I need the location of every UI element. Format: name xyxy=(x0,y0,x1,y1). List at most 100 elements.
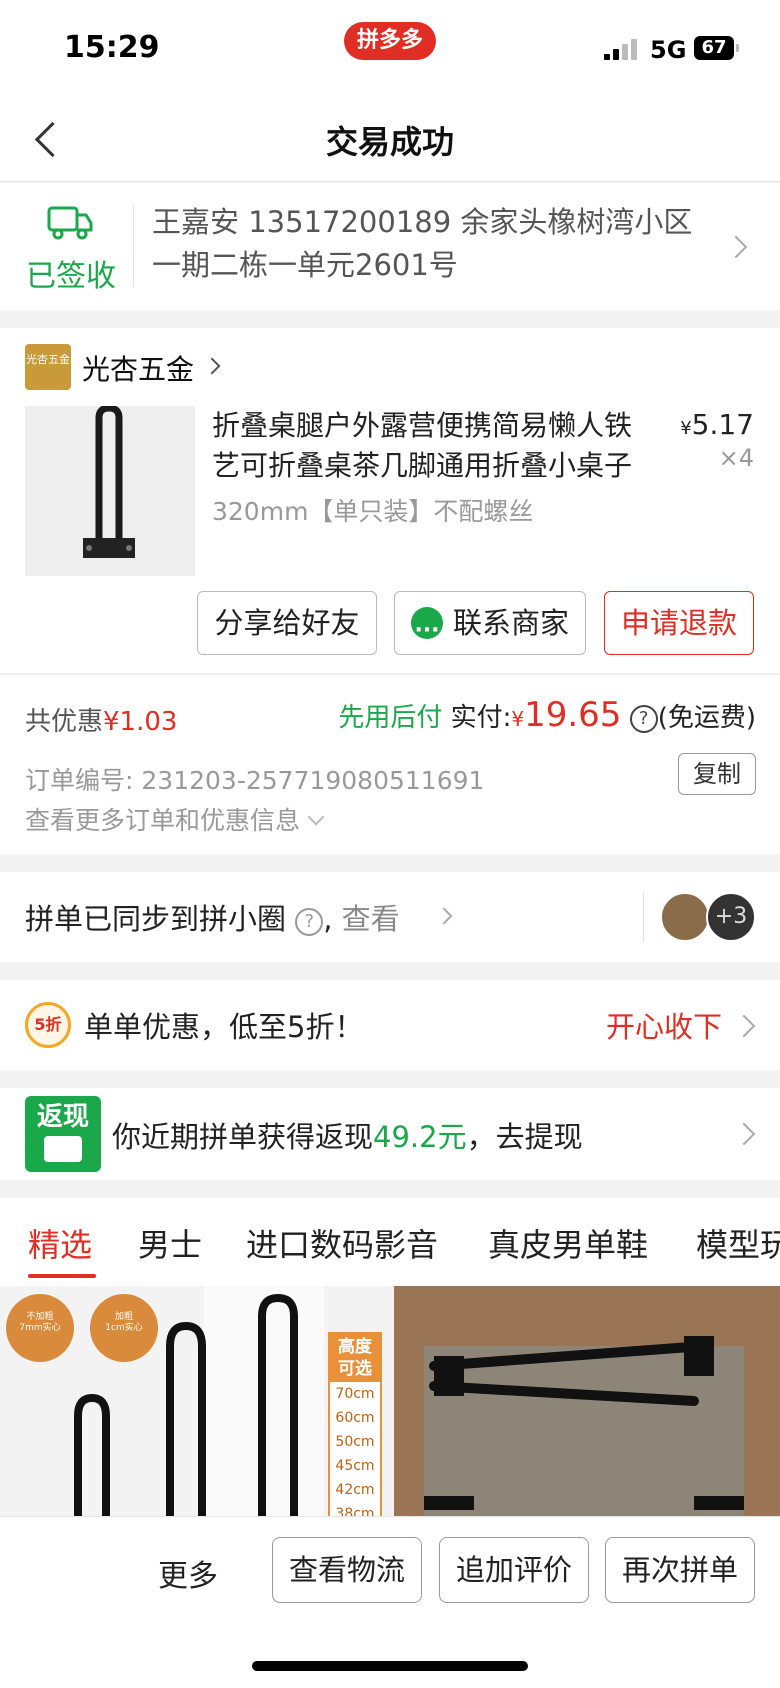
discount-label: 共优惠 xyxy=(25,707,104,737)
clock: 15:29 xyxy=(64,30,160,65)
discount-value: ¥1.03 xyxy=(103,707,178,737)
cashback-amount: 49.2元 xyxy=(373,1120,467,1154)
shop-logo: 光杏五金 xyxy=(25,344,71,390)
avatar xyxy=(660,892,710,942)
product-price: ¥5.17 xyxy=(680,408,754,441)
paid-label: 实付: xyxy=(450,703,512,733)
tab-leather-shoes[interactable]: 真皮男单鞋 xyxy=(488,1220,648,1266)
delivery-status: 已签收 xyxy=(26,259,116,294)
avatar-more-count: +3 xyxy=(706,892,756,942)
cashback-text: 你近期拼单获得返现49.2元，去提现 xyxy=(112,1114,583,1156)
product-spec: 320mm【单只装】不配螺丝 xyxy=(212,497,534,526)
battery-icon: 67 xyxy=(694,36,739,60)
sync-comma: , xyxy=(323,902,333,936)
cashback-banner[interactable]: 返现 你近期拼单获得返现49.2元，去提现 xyxy=(0,1088,780,1180)
order-number: 订单编号: 231203-257719080511691 xyxy=(25,761,484,797)
category-tabs: 精选 男士 进口数码影音 真皮男单鞋 模型玩 xyxy=(0,1198,780,1286)
delivery-address[interactable]: 已签收 王嘉安 13517200189 余家头橡树湾小区 一期二栋一单元2601… xyxy=(0,183,780,310)
chevron-right-icon xyxy=(203,357,221,375)
page-title: 交易成功 xyxy=(325,123,454,161)
height-options-tag: 高度可选 70cm 60cm 50cm 45cm 42cm 38cm xyxy=(328,1332,382,1516)
sync-label: 拼单已同步到拼小圈 xyxy=(25,902,287,936)
tab-models[interactable]: 模型玩 xyxy=(696,1220,780,1266)
accept-promo-button[interactable]: 开心收下 xyxy=(606,1004,722,1046)
thin-leg-bubble: 不加粗 7mm实心 xyxy=(19,1312,61,1333)
currency-symbol: ¥ xyxy=(680,418,692,439)
promo-text: 单单优惠，低至5折！ xyxy=(84,1010,364,1044)
table-leg-image xyxy=(83,404,135,558)
order-label: 订单编号: xyxy=(25,766,134,795)
height-option: 50cm xyxy=(335,1434,375,1450)
chevron-right-icon xyxy=(435,907,453,925)
home-indicator xyxy=(252,1661,528,1671)
pay-later-label: 先用后付 xyxy=(338,703,443,733)
question-icon[interactable]: ? xyxy=(295,908,324,936)
refund-button[interactable]: 申请退款 xyxy=(604,591,754,655)
share-button[interactable]: 分享给好友 xyxy=(197,591,377,655)
height-option: 45cm xyxy=(335,1458,375,1474)
chevron-right-icon xyxy=(732,1122,756,1146)
height-option: 42cm xyxy=(335,1482,375,1498)
contact-merchant-button[interactable]: 联系商家 xyxy=(394,591,586,662)
nav-bar: 交易成功 xyxy=(0,95,780,182)
address-line-2: 一期二栋一单元2601号 xyxy=(152,248,458,282)
sync-to-circle[interactable]: 拼单已同步到拼小圈 ?, 查看 +3 xyxy=(0,872,780,962)
recommended-product-1[interactable]: 不加粗 7mm实心 加粗 1cm实心 高度可选 70cm 60cm 50cm 4… xyxy=(0,1286,388,1516)
price-value: 5.17 xyxy=(691,408,754,441)
more-order-info-label: 查看更多订单和优惠信息 xyxy=(25,806,301,835)
contact-label: 联系商家 xyxy=(452,606,569,640)
divider xyxy=(133,205,134,287)
folding-leg-image xyxy=(394,1286,780,1516)
cashback-icon: 返现 xyxy=(25,1096,101,1172)
recommended-product-2[interactable] xyxy=(394,1286,780,1516)
chevron-right-icon xyxy=(732,1014,756,1038)
view-link[interactable]: 查看 xyxy=(342,902,400,936)
address-text: 王嘉安 13517200189 余家头橡树湾小区 一期二栋一单元2601号 xyxy=(152,201,722,287)
discount-summary: 共优惠¥1.03 xyxy=(25,701,177,738)
chat-icon xyxy=(410,600,443,662)
shop-name[interactable]: 光杏五金 xyxy=(82,348,194,388)
order-number-value: 231203-257719080511691 xyxy=(141,766,485,795)
copy-button[interactable]: 复制 xyxy=(678,753,756,795)
paid-amount: 19.65 xyxy=(524,695,622,735)
discount-promo[interactable]: 5折 单单优惠，低至5折！ 开心收下 xyxy=(0,980,780,1070)
sync-text: 拼单已同步到拼小圈 ?, 查看 xyxy=(25,896,400,938)
bottom-action-bar: 更多 查看物流 追加评价 再次拼单 xyxy=(0,1516,780,1688)
height-option: 60cm xyxy=(335,1410,375,1426)
order-detail-page: 15:29 拼多多 5G 67 交易成功 已签收 王嘉安 13517200189… xyxy=(0,0,780,1688)
more-button[interactable]: 更多 xyxy=(158,1551,218,1595)
order-product-card: 光杏五金 光杏五金 折叠桌腿户外露营便携简易懒人铁艺可折叠桌茶几脚通用折叠小桌子… xyxy=(0,328,780,673)
shipping-note: (免运费) xyxy=(657,703,756,733)
product-title[interactable]: 折叠桌腿户外露营便携简易懒人铁艺可折叠桌茶几脚通用折叠小桌子 xyxy=(212,406,658,486)
product-quantity: ×4 xyxy=(718,444,754,472)
chevron-down-icon xyxy=(307,808,325,826)
payment-summary: 共优惠¥1.03 先用后付 实付:¥19.65 ? (免运费) 订单编号: 231… xyxy=(0,674,780,854)
thick-leg-bubble: 加粗 1cm实心 xyxy=(105,1312,143,1333)
cashback-icon-label: 返现 xyxy=(36,1102,89,1132)
tab-men[interactable]: 男士 xyxy=(138,1220,202,1266)
address-line-1: 王嘉安 13517200189 余家头橡树湾小区 xyxy=(152,205,693,239)
active-tab-indicator xyxy=(28,1274,96,1278)
rebuy-button[interactable]: 再次拼单 xyxy=(605,1537,755,1603)
add-review-button[interactable]: 追加评价 xyxy=(439,1537,589,1603)
discount-badge-icon: 5折 xyxy=(25,1002,71,1048)
tab-featured[interactable]: 精选 xyxy=(28,1220,92,1266)
status-bar: 15:29 拼多多 5G 67 xyxy=(0,0,780,95)
height-option: 70cm xyxy=(335,1386,375,1402)
more-order-info[interactable]: 查看更多订单和优惠信息 xyxy=(25,801,325,837)
height-tag-title: 高度可选 xyxy=(330,1334,380,1382)
truck-icon xyxy=(47,206,93,240)
app-badge: 拼多多 xyxy=(344,22,436,60)
question-icon[interactable]: ? xyxy=(629,705,658,733)
view-logistics-button[interactable]: 查看物流 xyxy=(272,1537,422,1603)
network-label: 5G xyxy=(650,36,687,64)
chevron-right-icon xyxy=(724,235,748,259)
cashback-suffix: ，去提现 xyxy=(466,1120,583,1154)
divider xyxy=(643,892,644,942)
tab-imported-digital[interactable]: 进口数码影音 xyxy=(246,1220,438,1266)
cashback-prefix: 你近期拼单获得返现 xyxy=(112,1120,374,1154)
signal-icon xyxy=(604,38,640,60)
paid-summary: 先用后付 实付:¥19.65 ? (免运费) xyxy=(338,695,756,735)
height-option: 38cm xyxy=(335,1506,375,1516)
product-image[interactable] xyxy=(25,404,195,576)
